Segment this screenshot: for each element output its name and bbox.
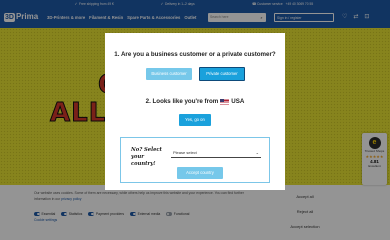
private-customer-button[interactable]: Private customer <box>199 67 245 81</box>
confirm-country-button[interactable]: Yes, go on <box>179 114 211 126</box>
detected-country: USA <box>231 98 245 105</box>
country-select-box: No? Select your country! Please select ⌄… <box>120 137 270 183</box>
country-select-value: Please select <box>173 150 197 155</box>
customer-type-modal: 1. Are you a business customer or a priv… <box>105 33 285 190</box>
accept-country-button[interactable]: Accept country <box>177 167 223 179</box>
business-customer-button[interactable]: Business customer <box>146 68 192 80</box>
select-country-label: No? Select your country! <box>131 147 162 167</box>
us-flag-icon <box>220 98 230 105</box>
question-customer-type: 1. Are you a business customer or a priv… <box>114 51 276 58</box>
country-select[interactable]: Please select ⌄ <box>171 147 261 158</box>
chevron-down-icon: ⌄ <box>255 150 259 155</box>
question-country: 2. Looks like you're from USA <box>105 98 285 105</box>
country-question-text: 2. Looks like you're from <box>145 98 219 105</box>
